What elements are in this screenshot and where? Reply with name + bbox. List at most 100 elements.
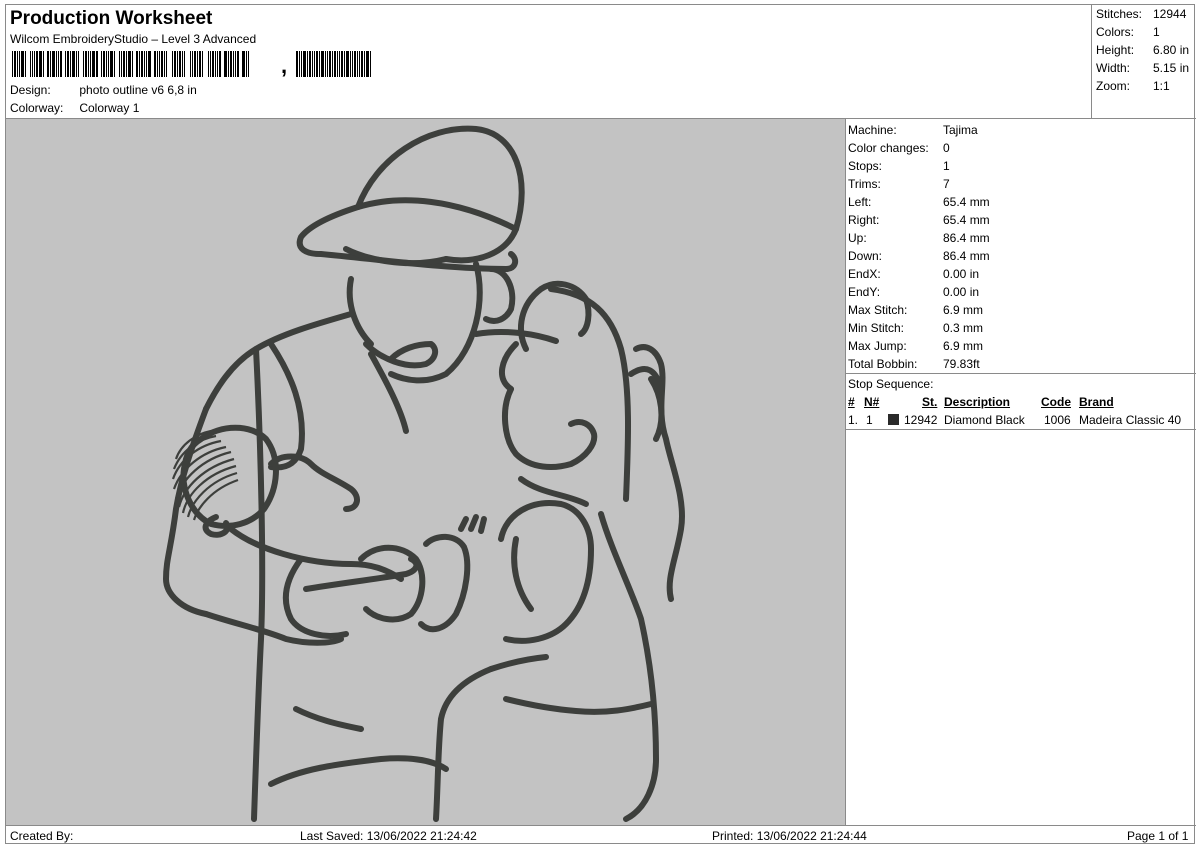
info-label: Max Jump:	[848, 339, 907, 353]
stat-value: 1:1	[1153, 79, 1170, 93]
info-label: Color changes:	[848, 141, 929, 155]
barcode-bar	[154, 51, 156, 77]
design-preview	[6, 119, 846, 825]
barcode-bar	[182, 51, 183, 77]
info-label: Total Bobbin:	[848, 357, 918, 371]
barcode-bar	[30, 51, 31, 77]
barcode-bar	[12, 51, 13, 77]
info-row: Max Stitch: 6.9 mm	[848, 301, 983, 319]
embroidery-outline-drawing	[163, 125, 685, 822]
father-ear	[483, 266, 516, 324]
stat-colors: Colors: 1	[1096, 25, 1160, 40]
stat-value: 5.15 in	[1153, 61, 1190, 75]
barcode-bar	[233, 51, 234, 77]
fingers	[458, 514, 487, 534]
barcode-bar	[316, 51, 318, 77]
info-row: Total Bobbin: 79.83ft	[848, 355, 980, 373]
info-label: Trims:	[848, 177, 881, 191]
stat-value: 12944	[1153, 7, 1187, 21]
colorway-value: Colorway 1	[79, 101, 140, 115]
barcode-bar	[32, 51, 33, 77]
barcode-bar	[301, 51, 302, 77]
barcode-bar	[126, 51, 127, 77]
stat-label: Zoom:	[1096, 79, 1131, 93]
info-label: Machine:	[848, 123, 897, 137]
col-brand: Brand	[1079, 395, 1114, 409]
barcode-bar	[361, 51, 363, 77]
machine-info-panel: Machine: Tajima Color changes: 0 Stops: 1 Trim…	[846, 119, 1196, 825]
barcode-bar	[121, 51, 122, 77]
design-label: Design:	[10, 83, 51, 97]
info-row: EndX: 0.00 in	[848, 265, 979, 283]
info-label: Up:	[848, 231, 867, 245]
hands-right	[418, 533, 471, 633]
barcode-bar	[164, 51, 165, 77]
barcode-bar	[168, 51, 171, 77]
stop-sequence-header: # N# St. Description Code Brand	[848, 393, 1194, 411]
barcode-bar	[219, 51, 221, 77]
barcode-bar	[186, 51, 189, 77]
barcode-bar	[65, 51, 66, 77]
colorway-label: Colorway:	[10, 101, 64, 115]
father-arm-inner	[268, 341, 305, 471]
mother-arm-inner	[511, 536, 534, 612]
barcode-bar	[337, 51, 338, 77]
barcode-bar	[141, 51, 143, 77]
barcode-bar	[177, 51, 178, 77]
barcode-bar	[341, 51, 343, 77]
barcode-bar	[43, 51, 44, 77]
barcode-bar	[327, 51, 328, 77]
row-num: 1.	[848, 413, 859, 427]
barcode-bar	[359, 51, 360, 77]
info-value: 7	[943, 177, 950, 191]
barcode-bar	[296, 51, 298, 77]
info-value: 86.4 mm	[943, 249, 990, 263]
info-value: 0.00 in	[943, 285, 980, 299]
barcode-bar	[80, 51, 82, 77]
stat-width: Width: 5.15 in	[1096, 61, 1189, 76]
row-code: 1006	[1044, 413, 1071, 427]
stat-label: Height:	[1096, 43, 1135, 57]
barcode-bar	[92, 51, 95, 77]
barcode-bar	[78, 51, 79, 77]
barcode-bar	[215, 51, 216, 77]
worksheet-header: Production Worksheet Wilcom EmbroiderySt…	[6, 5, 1092, 119]
barcode-bar	[14, 51, 16, 77]
stop-sequence-title: Stop Sequence:	[848, 377, 934, 391]
info-value: 6.9 mm	[943, 303, 984, 317]
barcode-bar	[99, 51, 100, 77]
worksheet-footer: Created By: Last Saved: 13/06/2022 21:24…	[6, 825, 1196, 845]
info-row: EndY: 0.00 in	[848, 283, 979, 301]
row-brand: Madeira Classic 40	[1079, 413, 1182, 427]
info-label: Max Stitch:	[848, 303, 908, 317]
barcode-bar	[242, 51, 245, 77]
info-value: 65.4 mm	[943, 213, 990, 227]
barcode-bar	[70, 51, 71, 77]
barcode-bar	[344, 51, 345, 77]
info-row: Stops: 1	[848, 157, 950, 175]
barcode-bar	[36, 51, 38, 77]
barcode-bar	[119, 51, 120, 77]
cap-seam	[355, 197, 519, 232]
barcode-bar	[52, 51, 55, 77]
barcode-bar	[136, 51, 138, 77]
mother-hip	[488, 654, 549, 672]
info-row: Trims: 7	[848, 175, 950, 193]
barcode-bar	[325, 51, 326, 77]
barcode-bar	[199, 51, 201, 77]
barcode-bar	[72, 51, 75, 77]
barcode-bar	[237, 51, 239, 77]
design-row: Design: photo outline v6 6,8 in	[10, 83, 197, 98]
row-description: Diamond Black	[944, 413, 1025, 427]
barcode-bar	[83, 51, 84, 77]
barcode-bar	[116, 51, 118, 77]
barcode-bar	[161, 51, 163, 77]
barcode-bar	[45, 51, 46, 77]
stat-value: 1	[1153, 25, 1160, 39]
barcode-bar	[63, 51, 64, 77]
father-torso	[251, 346, 266, 822]
barcode-bar	[309, 51, 311, 77]
mother-body-left	[433, 666, 494, 822]
info-label: Down:	[848, 249, 883, 263]
info-value: 1	[943, 159, 950, 173]
